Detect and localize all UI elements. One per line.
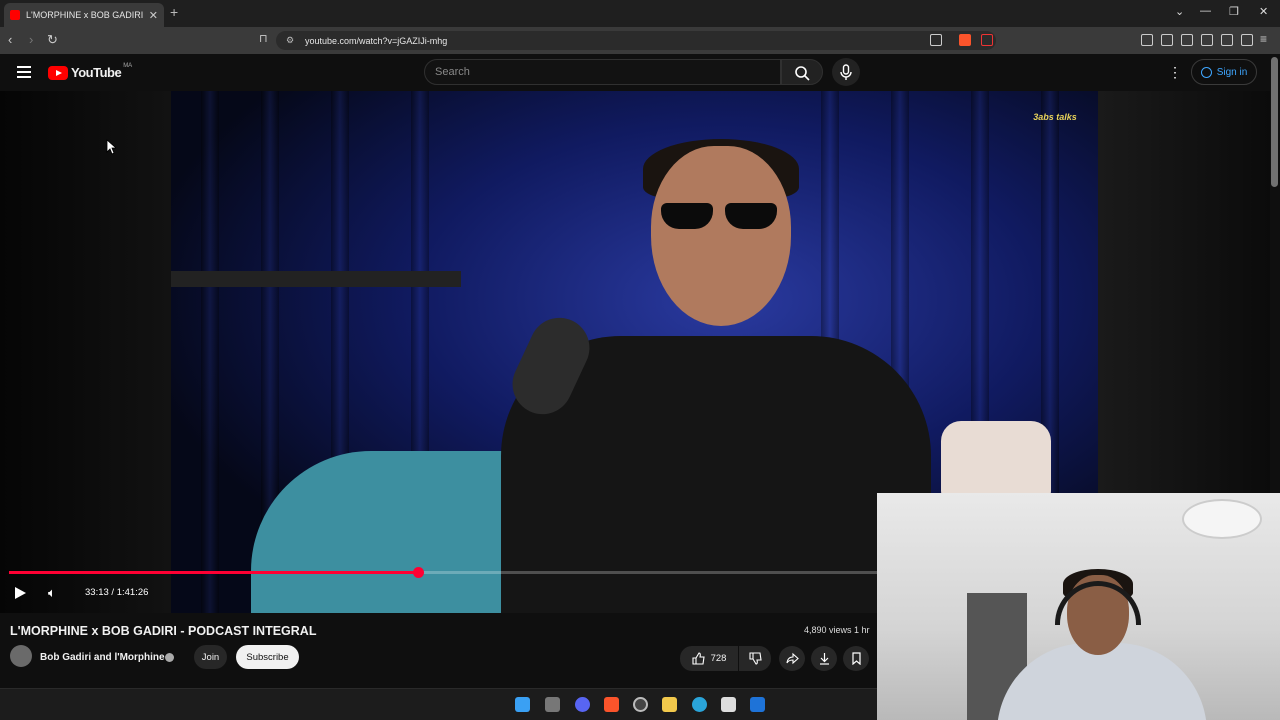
browser-address-bar: ‹ › ↻ ⊓ ⚙ youtube.com/watch?v=jGAZIJi-mh… bbox=[0, 27, 1280, 54]
wallet-icon[interactable] bbox=[1201, 34, 1213, 46]
mic-arm bbox=[171, 271, 461, 287]
account-icon bbox=[1200, 66, 1212, 78]
join-button[interactable]: Join bbox=[194, 645, 227, 669]
country-code: MA bbox=[123, 62, 133, 69]
sign-in-button[interactable]: Sign in bbox=[1191, 59, 1257, 85]
save-button[interactable] bbox=[843, 646, 869, 671]
youtube-header: YouTube MA Search ⋮ Sign in bbox=[0, 54, 1280, 91]
cast-icon[interactable] bbox=[930, 34, 942, 46]
url-text: youtube.com/watch?v=jGAZIJi-mhg bbox=[305, 35, 448, 46]
hamburger-menu-icon[interactable] bbox=[17, 66, 31, 78]
browser-tab-bar: L'MORPHINE x BOB GADIRI - PC ✕ + ⌄ — ❐ ✕ bbox=[0, 0, 1280, 27]
brave-browser-icon[interactable] bbox=[604, 697, 619, 712]
forward-arrow-icon[interactable]: › bbox=[29, 32, 33, 47]
leo-ai-icon[interactable] bbox=[1221, 34, 1233, 46]
new-tab-button[interactable]: + bbox=[170, 4, 178, 20]
verified-badge-icon bbox=[165, 653, 174, 662]
play-icon[interactable] bbox=[15, 587, 26, 599]
start-menu-icon[interactable] bbox=[515, 697, 530, 712]
channel-name[interactable]: Bob Gadiri and l'Morphine bbox=[40, 652, 165, 663]
progress-bar-fill bbox=[9, 571, 418, 574]
webcam-overlay bbox=[877, 493, 1280, 720]
time-display: 33:13 / 1:41:26 bbox=[85, 587, 149, 598]
url-field[interactable]: ⚙ youtube.com/watch?v=jGAZIJi-mhg bbox=[276, 31, 996, 50]
search-icon bbox=[795, 66, 810, 81]
sign-in-label: Sign in bbox=[1216, 66, 1248, 78]
sunglasses bbox=[661, 203, 781, 231]
download-button[interactable] bbox=[811, 646, 837, 671]
tab-title: L'MORPHINE x BOB GADIRI - PC bbox=[26, 10, 145, 20]
player-left-backdrop bbox=[0, 91, 171, 613]
dislike-button[interactable] bbox=[739, 646, 771, 671]
mail-icon[interactable] bbox=[750, 697, 765, 712]
host-head bbox=[651, 146, 791, 326]
volume-icon[interactable]: 🔈︎ bbox=[48, 585, 56, 601]
reload-icon[interactable]: ↻ bbox=[47, 32, 58, 48]
subscribe-button[interactable]: Subscribe bbox=[236, 645, 299, 669]
media-icon[interactable] bbox=[1161, 34, 1173, 46]
download-icon bbox=[819, 653, 829, 665]
voice-search-button[interactable] bbox=[832, 58, 860, 86]
tab-close-icon[interactable]: ✕ bbox=[149, 9, 158, 22]
file-explorer-icon[interactable] bbox=[662, 697, 677, 712]
vpn-icon[interactable] bbox=[1241, 34, 1253, 46]
view-count: 4,890 views 1 hr bbox=[804, 625, 870, 635]
share-icon bbox=[785, 652, 799, 665]
page-scrollbar[interactable] bbox=[1271, 57, 1278, 187]
like-button[interactable]: 728 bbox=[680, 646, 738, 671]
microsoft-store-icon[interactable] bbox=[721, 697, 736, 712]
kebab-menu-icon[interactable]: ⋮ bbox=[1168, 64, 1182, 81]
search-input[interactable]: Search bbox=[424, 59, 781, 85]
back-arrow-icon[interactable]: ‹ bbox=[8, 32, 12, 47]
youtube-wordmark: YouTube bbox=[71, 65, 122, 80]
site-info-icon[interactable]: ⚙ bbox=[286, 35, 294, 46]
video-title: L'MORPHINE x BOB GADIRI - PODCAST INTEGR… bbox=[10, 624, 317, 638]
tab-search-icon[interactable]: ⌄ bbox=[1175, 5, 1184, 18]
extensions-icon[interactable] bbox=[1141, 34, 1153, 46]
youtube-play-logo-icon bbox=[48, 65, 68, 80]
browser-menu-icon[interactable]: ≡ bbox=[1260, 32, 1272, 46]
obs-studio-icon[interactable] bbox=[633, 697, 648, 712]
youtube-logo[interactable]: YouTube MA bbox=[48, 62, 133, 80]
search-placeholder: Search bbox=[435, 66, 470, 78]
channel-avatar[interactable] bbox=[10, 645, 32, 667]
like-count: 728 bbox=[710, 653, 727, 664]
brave-shields-icon[interactable] bbox=[959, 34, 971, 46]
youtube-favicon-icon bbox=[10, 10, 20, 20]
windows-taskbar bbox=[0, 688, 878, 720]
microphone-icon bbox=[840, 64, 852, 80]
mouse-cursor-icon bbox=[106, 139, 116, 155]
maximize-button[interactable]: ❐ bbox=[1229, 5, 1239, 18]
ceiling-lamp bbox=[1182, 499, 1262, 539]
thumbs-down-icon bbox=[748, 652, 762, 665]
thumbs-up-icon bbox=[692, 652, 705, 665]
search-button[interactable] bbox=[781, 59, 823, 85]
brave-rewards-icon[interactable] bbox=[981, 34, 993, 46]
edge-browser-icon[interactable] bbox=[692, 697, 707, 712]
minimize-button[interactable]: — bbox=[1200, 5, 1211, 17]
close-window-button[interactable]: ✕ bbox=[1259, 5, 1268, 18]
save-icon bbox=[851, 652, 861, 665]
bookmark-icon[interactable]: ⊓ bbox=[259, 32, 268, 45]
discord-icon[interactable] bbox=[575, 697, 590, 712]
channel-watermark-logo: 3abs talks bbox=[1033, 112, 1077, 122]
task-view-icon[interactable] bbox=[545, 697, 560, 712]
progress-scrubber[interactable] bbox=[413, 567, 424, 578]
share-button[interactable] bbox=[779, 646, 805, 671]
sidebar-icon[interactable] bbox=[1181, 34, 1193, 46]
browser-tab-youtube[interactable]: L'MORPHINE x BOB GADIRI - PC ✕ bbox=[4, 3, 164, 27]
